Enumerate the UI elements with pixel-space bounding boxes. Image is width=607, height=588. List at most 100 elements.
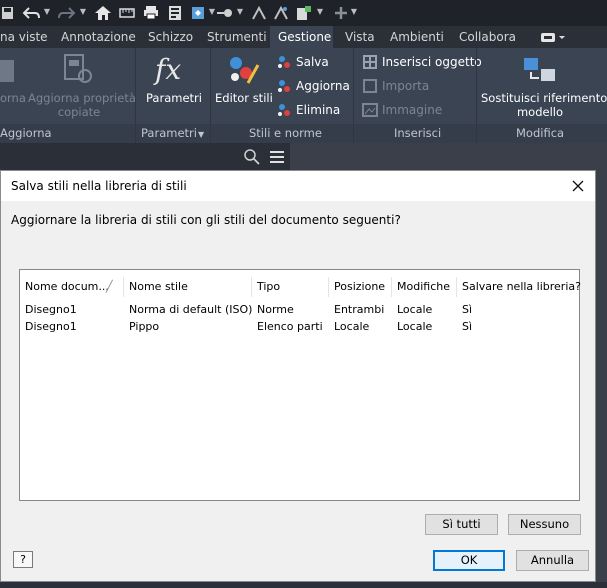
salva-label: Salva: [296, 55, 329, 69]
panel-title-stili-norme: Stili e norme: [249, 126, 322, 140]
annulla-button[interactable]: Annulla: [516, 550, 589, 571]
aggiorna-proprieta-button[interactable]: Aggiorna proprietà copiate: [28, 91, 136, 119]
update-copied-properties-icon: [63, 54, 93, 84]
column-header-nome-documento[interactable]: Nome docum... ╱: [20, 277, 124, 297]
tab-vista[interactable]: Vista: [345, 26, 377, 48]
panel-toggle-icon[interactable]: [540, 32, 566, 43]
column-header-label: Nome docum...: [25, 280, 109, 293]
panel-separator: [210, 48, 211, 143]
panel-title-parametri[interactable]: Parametri: [141, 124, 197, 142]
sketch-tool-icon[interactable]: [251, 4, 267, 21]
panel-title-inserisci: Inserisci: [394, 126, 442, 140]
close-icon: [572, 180, 584, 192]
panel-separator: [135, 48, 136, 143]
appearance-icon[interactable]: [296, 4, 312, 21]
salva-button[interactable]: Salva: [276, 52, 329, 72]
cell-salvare[interactable]: Sì: [457, 301, 579, 318]
aggiorna-proprieta-label-1: Aggiorna proprietà: [28, 91, 136, 105]
sostituisci-label-1: Sostituisci riferimento: [481, 91, 607, 105]
list-header: Nome docum... ╱ Nome stile Tipo Posizion…: [20, 277, 581, 297]
column-header-posizione[interactable]: Posizione: [329, 277, 392, 297]
cell-documento: Disegno1: [25, 303, 77, 316]
purge-styles-icon: [276, 102, 292, 118]
parametri-dropdown-icon[interactable]: ▼: [198, 130, 204, 139]
add-dropdown-icon[interactable]: ▼: [350, 7, 358, 17]
cell-nome-stile: Norma di default (ISO): [129, 303, 253, 316]
sostituisci-riferimento-button[interactable]: Sostituisci riferimento modello: [481, 91, 607, 119]
image-icon: [362, 102, 378, 118]
save-styles-icon: [276, 54, 292, 70]
cell-tipo: Norme: [257, 303, 294, 316]
undo-dropdown-icon[interactable]: ▼: [43, 7, 51, 17]
menu-icon[interactable]: [269, 149, 285, 165]
aggiorna-button[interactable]: Aggiorna: [276, 76, 350, 96]
redo-dropdown-icon[interactable]: ▼: [79, 7, 87, 17]
si-tutti-button[interactable]: Sì tutti: [425, 514, 498, 535]
model-dropdown-icon[interactable]: ▼: [208, 7, 216, 17]
tab-viste[interactable]: na viste: [0, 26, 48, 48]
print-icon[interactable]: [143, 4, 159, 21]
insert-object-icon: [362, 54, 378, 70]
importa-label: Importa: [382, 79, 430, 93]
sketch-tool-2-icon[interactable]: [273, 4, 289, 21]
ribbon-tabs: na viste Annotazione Schizzo Strumenti G…: [0, 26, 607, 48]
editor-stili-button[interactable]: Editor stili: [215, 91, 273, 105]
column-header-tipo[interactable]: Tipo: [252, 277, 329, 297]
undo-icon[interactable]: [22, 4, 40, 21]
cell-documento: Disegno1: [25, 320, 77, 333]
measure-icon[interactable]: [119, 4, 135, 21]
tab-strumenti[interactable]: Strumenti: [207, 26, 267, 48]
column-header-salvare[interactable]: Salvare nella libreria?: [457, 277, 581, 297]
import-icon: [362, 78, 378, 94]
properties-icon[interactable]: [168, 4, 182, 21]
model-icon[interactable]: [190, 4, 206, 21]
home-icon[interactable]: [94, 4, 112, 21]
column-header-modifiche[interactable]: Modifiche: [392, 277, 457, 297]
ok-button[interactable]: OK: [433, 550, 505, 571]
cell-tipo: Elenco parti: [257, 320, 323, 333]
styles-list[interactable]: Nome docum... ╱ Nome stile Tipo Posizion…: [19, 269, 581, 501]
table-row[interactable]: Disegno1 Norma di default (ISO) Norme En…: [20, 301, 579, 318]
save-icon[interactable]: [2, 4, 14, 21]
tab-gestione[interactable]: Gestione: [270, 26, 333, 48]
tab-schizzo[interactable]: Schizzo: [148, 26, 193, 48]
immagine-button[interactable]: Immagine: [362, 100, 442, 120]
aggiorna-label: Aggiorna: [296, 79, 350, 93]
cell-posizione: Locale: [334, 320, 370, 333]
style-editor-icon: [226, 53, 260, 87]
appearance-dropdown-icon[interactable]: ▼: [316, 7, 324, 17]
add-icon[interactable]: [334, 4, 348, 21]
cell-salvare[interactable]: Sì: [457, 318, 579, 335]
inserisci-oggetto-label: Inserisci oggetto: [382, 55, 482, 69]
replace-model-reference-icon: [523, 56, 557, 84]
redo-icon[interactable]: [58, 4, 76, 21]
parametri-button[interactable]: Parametri: [146, 91, 202, 105]
cell-modifiche: Locale: [397, 303, 433, 316]
tab-annotazione[interactable]: Annotazione: [61, 26, 136, 48]
sketch-point-icon[interactable]: [216, 4, 234, 21]
cell-posizione: Entrambi: [334, 303, 385, 316]
panel-title-aggiorna: Aggiorna: [0, 126, 52, 140]
help-button[interactable]: ?: [13, 551, 33, 568]
quick-access-toolbar: ▼ ▼ ▼ ▼ ▼ ▼: [0, 0, 607, 26]
orna-button[interactable]: orna: [0, 91, 26, 105]
search-icon[interactable]: [244, 149, 260, 165]
elimina-label: Elimina: [296, 103, 341, 117]
inserisci-oggetto-button[interactable]: Inserisci oggetto: [362, 52, 482, 72]
fx-icon: fx: [155, 53, 182, 86]
tab-collabora[interactable]: Collabora: [459, 26, 517, 48]
close-button[interactable]: [565, 173, 591, 199]
cell-nome-stile: Pippo: [129, 320, 160, 333]
sketch-dropdown-icon[interactable]: ▼: [236, 7, 244, 17]
update-styles-icon: [276, 78, 292, 94]
elimina-button[interactable]: Elimina: [276, 100, 340, 120]
dialog-title: Salva stili nella libreria di stili: [11, 179, 187, 193]
column-header-nome-stile[interactable]: Nome stile: [124, 277, 252, 297]
nessuno-button[interactable]: Nessuno: [508, 514, 581, 535]
document-canvas-edge: [596, 171, 607, 588]
save-styles-dialog: Salva stili nella libreria di stili Aggi…: [0, 170, 596, 582]
dialog-titlebar: Salva stili nella libreria di stili: [1, 171, 595, 201]
tab-ambienti[interactable]: Ambienti: [390, 26, 444, 48]
importa-button[interactable]: Importa: [362, 76, 429, 96]
table-row[interactable]: Disegno1 Pippo Elenco parti Locale Local…: [20, 318, 579, 335]
